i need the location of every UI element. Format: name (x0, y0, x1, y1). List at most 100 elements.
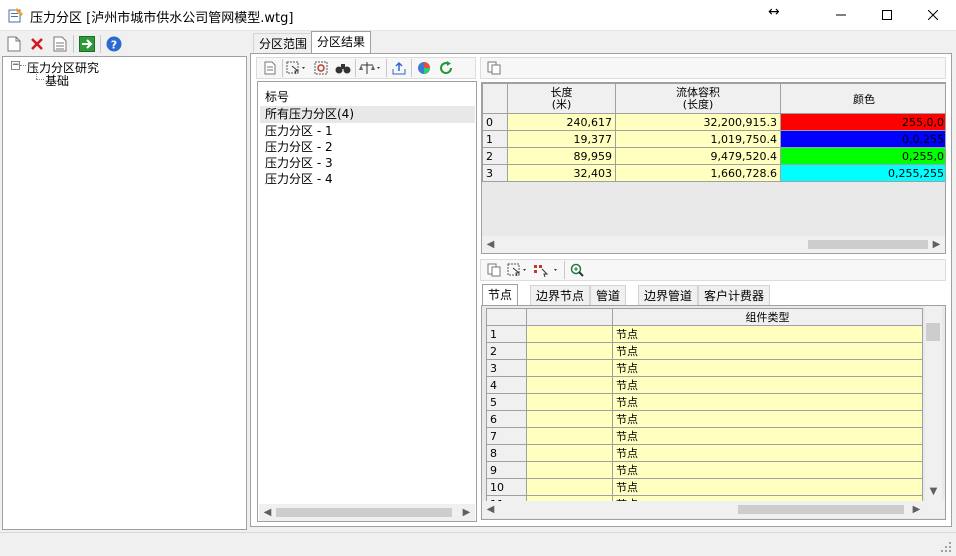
binoculars-icon[interactable] (333, 58, 353, 78)
cell-color[interactable]: 255,0,0 (780, 113, 945, 131)
cell-color[interactable]: 0,255,0 (780, 147, 945, 165)
delete-x-icon[interactable] (27, 34, 47, 54)
cell-blank[interactable] (526, 444, 613, 462)
table-row[interactable]: 1 节点 (486, 325, 923, 343)
cell-volume[interactable]: 1,019,750.4 (615, 130, 781, 148)
refresh-icon[interactable] (436, 58, 456, 78)
row-header[interactable]: 9 (486, 461, 527, 479)
cell-element-type[interactable]: 节点 (612, 393, 923, 411)
row-header[interactable]: 8 (486, 444, 527, 462)
table-row[interactable]: 4 节点 (486, 376, 923, 394)
new-document-icon[interactable] (4, 34, 24, 54)
list-item-zone[interactable]: 压力分区 - 1 (265, 123, 333, 139)
row-header[interactable]: 2 (486, 342, 527, 360)
tab-element-pipe[interactable]: 管道 (590, 285, 627, 306)
tab-zone-range[interactable]: 分区范围 (253, 33, 314, 54)
tab-element-boundary-pipe[interactable]: 边界管道 (638, 285, 699, 306)
highlight-select-icon[interactable] (532, 260, 562, 280)
table-row[interactable]: 5 节点 (486, 393, 923, 411)
cell-length[interactable]: 19,377 (507, 130, 616, 148)
scroll-left-icon[interactable]: ◀ (259, 504, 276, 521)
cell-blank[interactable] (526, 410, 613, 428)
scroll-right-icon[interactable]: ▶ (458, 504, 475, 521)
table-row[interactable]: 0 240,617 32,200,915.3 255,0,0 (482, 113, 945, 131)
cell-element-type[interactable]: 节点 (612, 427, 923, 445)
cell-element-type[interactable]: 节点 (612, 325, 923, 343)
column-header-blank[interactable] (526, 308, 613, 326)
tab-element-junction[interactable]: 节点 (482, 284, 519, 306)
tab-zone-result[interactable]: 分区结果 (311, 31, 372, 54)
cell-color[interactable]: 0,0,255 (780, 130, 945, 148)
cell-element-type[interactable]: 节点 (612, 359, 923, 377)
maximize-button[interactable] (864, 0, 910, 30)
element-table-vscrollbar[interactable]: ▼ (925, 306, 942, 501)
scroll-thumb[interactable] (808, 240, 928, 249)
zone-table-hscrollbar[interactable]: ◀ ▶ (482, 236, 945, 253)
column-header-length[interactable]: 长度 (米) (507, 83, 616, 114)
cell-blank[interactable] (526, 461, 613, 479)
row-header[interactable]: 10 (486, 478, 527, 496)
table-row[interactable]: 2 节点 (486, 342, 923, 360)
row-header[interactable]: 1 (486, 325, 527, 343)
scroll-right-icon[interactable]: ▶ (908, 501, 925, 518)
scroll-thumb[interactable] (926, 323, 940, 341)
list-item-zone[interactable]: 压力分区 - 4 (265, 171, 333, 187)
cell-element-type[interactable]: 节点 (612, 410, 923, 428)
row-header[interactable]: 4 (486, 376, 527, 394)
column-header-volume[interactable]: 流体容积 (长度) (615, 83, 781, 114)
cell-blank[interactable] (526, 342, 613, 360)
scroll-thumb[interactable] (276, 508, 452, 517)
cell-blank[interactable] (526, 478, 613, 496)
cell-element-type[interactable]: 节点 (612, 461, 923, 479)
report-icon[interactable] (260, 58, 280, 78)
cell-volume[interactable]: 9,479,520.4 (615, 147, 781, 165)
cell-blank[interactable] (526, 359, 613, 377)
scroll-left-icon[interactable]: ◀ (482, 236, 499, 253)
list-item-zone[interactable]: 压力分区 - 2 (265, 139, 333, 155)
tree-collapse-toggle[interactable]: − (11, 61, 20, 70)
scroll-thumb[interactable] (738, 505, 904, 514)
cell-length[interactable]: 89,959 (507, 147, 616, 165)
column-header-element-type[interactable]: 组件类型 (612, 308, 923, 326)
cell-blank[interactable] (526, 376, 613, 394)
minimize-button[interactable] (818, 0, 864, 30)
copy-icon[interactable] (484, 260, 504, 280)
compute-arrow-icon[interactable] (77, 34, 97, 54)
cell-length[interactable]: 32,403 (507, 164, 616, 182)
table-row[interactable]: 2 89,959 9,479,520.4 0,255,0 (482, 147, 945, 165)
label-list-hscrollbar[interactable]: ◀ ▶ (259, 504, 475, 521)
row-header[interactable]: 3 (486, 359, 527, 377)
zoom-icon[interactable] (567, 260, 587, 280)
row-header[interactable]: 1 (482, 130, 508, 148)
row-header[interactable]: 2 (482, 147, 508, 165)
table-row[interactable]: 8 节点 (486, 444, 923, 462)
pie-chart-icon[interactable] (414, 58, 434, 78)
row-header[interactable]: 7 (486, 427, 527, 445)
table-row[interactable]: 1 19,377 1,019,750.4 0,0,255 (482, 130, 945, 148)
table-row[interactable]: 10 节点 (486, 478, 923, 496)
cell-volume[interactable]: 32,200,915.3 (615, 113, 781, 131)
tab-element-customer-meter[interactable]: 客户计费器 (698, 285, 771, 306)
export-icon[interactable] (389, 58, 409, 78)
cell-volume[interactable]: 1,660,728.6 (615, 164, 781, 182)
row-header[interactable]: 0 (482, 113, 508, 131)
table-row[interactable]: 6 节点 (486, 410, 923, 428)
column-header-color[interactable]: 颜色 (780, 83, 945, 114)
tab-element-boundary-junction[interactable]: 边界节点 (530, 285, 591, 306)
cell-color[interactable]: 0,255,255 (780, 164, 945, 182)
table-row[interactable]: 3 32,403 1,660,728.6 0,255,255 (482, 164, 945, 182)
resize-grip-icon[interactable] (938, 539, 952, 553)
report-icon[interactable] (50, 34, 70, 54)
select-icon[interactable] (506, 260, 530, 280)
close-button[interactable] (910, 0, 956, 30)
cell-element-type[interactable]: 节点 (612, 342, 923, 360)
copy-icon[interactable] (484, 58, 504, 78)
row-header[interactable]: 6 (486, 410, 527, 428)
scroll-down-icon[interactable]: ▼ (925, 483, 942, 500)
scroll-left-icon[interactable]: ◀ (482, 501, 499, 518)
row-header[interactable]: 5 (486, 393, 527, 411)
cell-length[interactable]: 240,617 (507, 113, 616, 131)
query-icon[interactable] (311, 58, 331, 78)
cell-blank[interactable] (526, 393, 613, 411)
scroll-right-icon[interactable]: ▶ (928, 236, 945, 253)
